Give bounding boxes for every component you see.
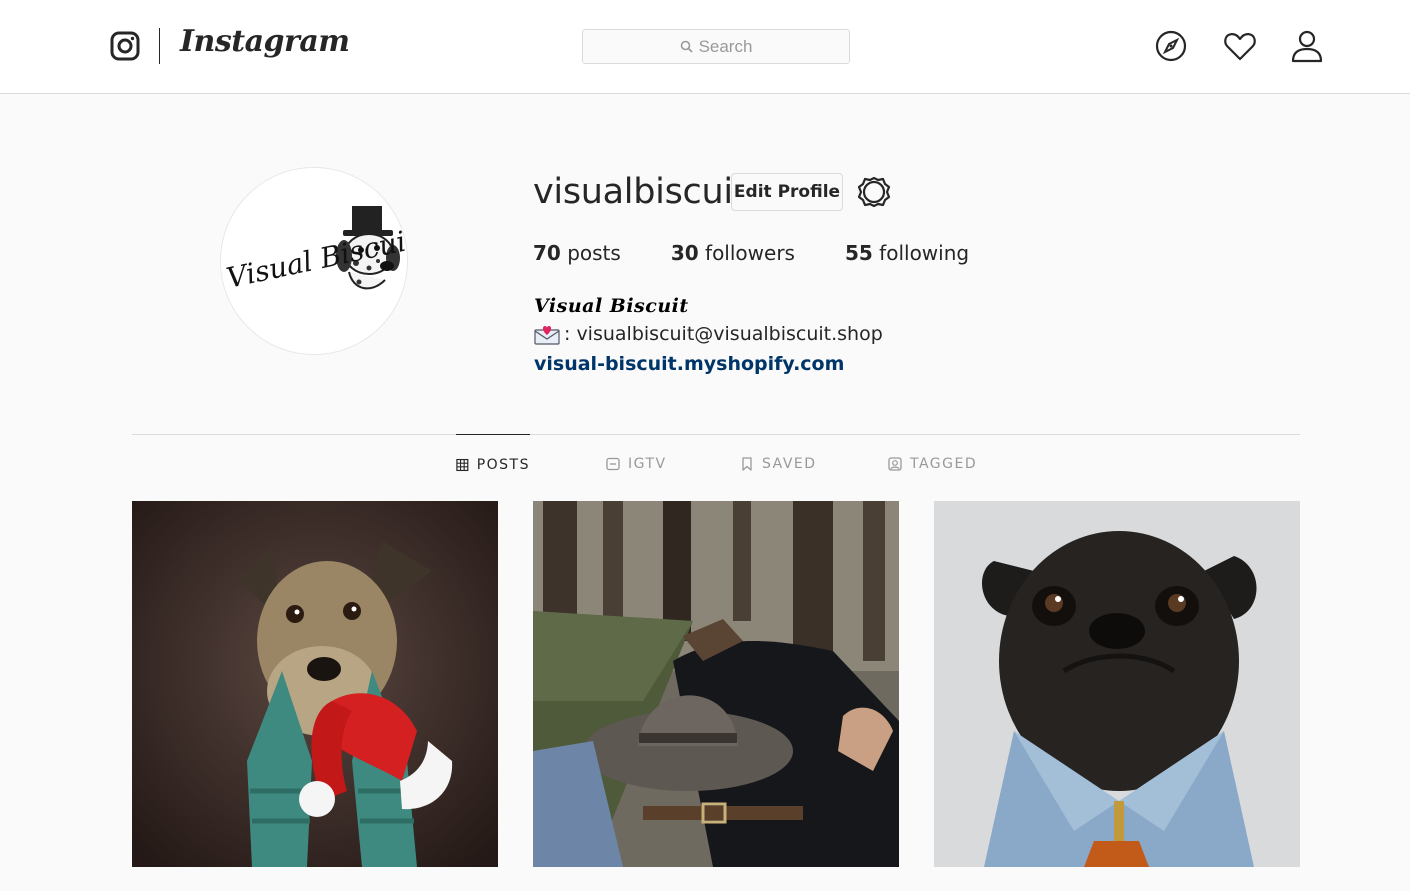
- search-input[interactable]: Search: [582, 29, 850, 64]
- love-letter-icon: [534, 326, 560, 345]
- tabs-divider: [132, 434, 1300, 435]
- posts-count-link[interactable]: 70 posts: [533, 241, 621, 265]
- settings-gear-icon[interactable]: [855, 173, 893, 211]
- bio-email-text: : visualbiscuit@visualbiscuit.shop: [564, 323, 883, 345]
- following-count: 55: [844, 241, 873, 265]
- nav-divider: [159, 28, 160, 64]
- bookmark-icon: [742, 457, 752, 471]
- tab-igtv-label: IGTV: [628, 456, 667, 472]
- tab-saved-label: SAVED: [762, 456, 817, 472]
- instagram-wordmark[interactable]: Instagram: [180, 24, 350, 59]
- following-link[interactable]: 55 following: [845, 241, 969, 265]
- explore-compass-icon[interactable]: [1153, 28, 1189, 64]
- profile-person-icon[interactable]: [1289, 28, 1325, 64]
- tab-tagged-label: TAGGED: [910, 456, 978, 472]
- following-label: following: [879, 241, 970, 265]
- bio-email-line: : visualbiscuit@visualbiscuit.shop: [534, 323, 883, 345]
- profile-stats: 70 posts 30 followers 55 following: [533, 241, 1019, 265]
- igtv-icon: [606, 457, 620, 471]
- followers-count: 30: [670, 241, 699, 265]
- top-navigation-bar: Instagram Search: [0, 0, 1410, 94]
- edit-profile-button[interactable]: Edit Profile: [731, 173, 843, 211]
- activity-heart-icon[interactable]: [1222, 28, 1258, 64]
- followers-link[interactable]: 30 followers: [671, 241, 795, 265]
- tab-saved[interactable]: SAVED: [740, 434, 817, 494]
- bio-website-link[interactable]: visual-biscuit.myshopify.com: [534, 353, 844, 375]
- tab-posts-label: POSTS: [476, 456, 530, 473]
- dog-santa-photo: [132, 501, 498, 867]
- pug-denim-photo: [934, 501, 1300, 867]
- profile-username: visualbiscuit: [533, 172, 747, 212]
- grid-icon: [456, 458, 469, 471]
- followers-label: followers: [705, 241, 795, 265]
- search-placeholder: Search: [698, 36, 753, 56]
- post-thumbnail[interactable]: [132, 501, 498, 867]
- profile-avatar[interactable]: Visual Biscuit: [220, 167, 408, 355]
- post-thumbnail[interactable]: [934, 501, 1300, 867]
- bio-display-name: Visual Biscuit: [534, 295, 689, 317]
- post-thumbnail[interactable]: [533, 501, 899, 867]
- tab-tagged[interactable]: TAGGED: [888, 434, 977, 494]
- posts-label: posts: [567, 241, 621, 265]
- tab-posts[interactable]: POSTS: [456, 434, 530, 494]
- search-icon: [680, 40, 693, 53]
- instagram-glyph-icon[interactable]: [110, 31, 140, 61]
- tag-user-icon: [888, 457, 902, 471]
- hammock-hat-photo: [533, 501, 899, 867]
- posts-count: 70: [533, 241, 561, 265]
- tab-igtv[interactable]: IGTV: [606, 434, 667, 494]
